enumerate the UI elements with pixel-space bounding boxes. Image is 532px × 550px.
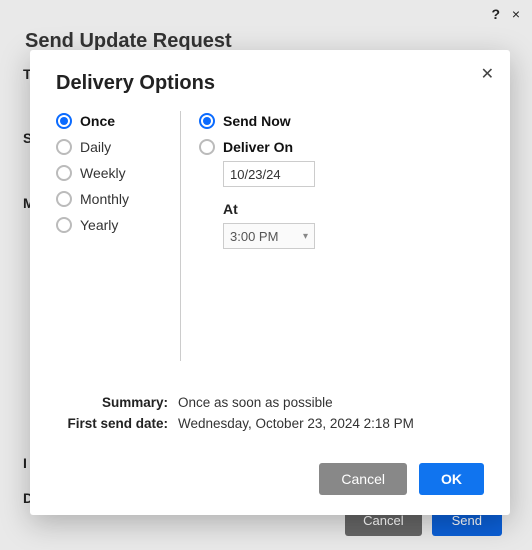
radio-icon (199, 113, 215, 129)
radio-icon (56, 217, 72, 233)
ok-button[interactable]: OK (419, 463, 484, 495)
cancel-button[interactable]: Cancel (319, 463, 407, 495)
summary-value: Once as soon as possible (178, 395, 484, 410)
column-divider (180, 111, 181, 361)
radio-label: Weekly (80, 165, 126, 181)
timing-column: Send Now Deliver On 10/23/24 At 3:00 PM … (199, 113, 484, 387)
radio-icon (199, 139, 215, 155)
help-icon[interactable]: ? (491, 6, 500, 22)
radio-icon (56, 191, 72, 207)
radio-daily[interactable]: Daily (56, 139, 176, 155)
radio-deliver-on[interactable]: Deliver On (199, 139, 484, 155)
summary-label: Summary: (56, 395, 178, 410)
first-send-label: First send date: (56, 416, 178, 431)
modal-close-icon[interactable]: ✕ (481, 64, 494, 84)
deliver-date-input[interactable]: 10/23/24 (223, 161, 315, 187)
radio-weekly[interactable]: Weekly (56, 165, 176, 181)
radio-label: Once (80, 113, 115, 129)
radio-icon (56, 139, 72, 155)
time-value: 3:00 PM (230, 229, 278, 244)
radio-monthly[interactable]: Monthly (56, 191, 176, 207)
radio-label: Send Now (223, 113, 291, 129)
close-icon[interactable]: × (512, 6, 520, 22)
frequency-column: Once Daily Weekly Monthly Yearly (56, 113, 176, 387)
radio-label: Yearly (80, 217, 118, 233)
date-value: 10/23/24 (230, 167, 281, 182)
modal-footer: Cancel OK (56, 463, 484, 495)
radio-send-now[interactable]: Send Now (199, 113, 484, 129)
radio-yearly[interactable]: Yearly (56, 217, 176, 233)
first-send-value: Wednesday, October 23, 2024 2:18 PM (178, 416, 484, 431)
at-label: At (223, 201, 484, 217)
delivery-options-modal: ✕ Delivery Options Once Daily Weekly Mon… (30, 50, 510, 515)
time-select[interactable]: 3:00 PM ▾ (223, 223, 315, 249)
modal-title: Delivery Options (56, 72, 484, 95)
chevron-down-icon: ▾ (303, 231, 308, 242)
radio-once[interactable]: Once (56, 113, 176, 129)
radio-label: Deliver On (223, 139, 293, 155)
summary-block: Summary: Once as soon as possible First … (56, 387, 484, 437)
radio-icon (56, 165, 72, 181)
radio-label: Daily (80, 139, 111, 155)
radio-icon (56, 113, 72, 129)
radio-label: Monthly (80, 191, 129, 207)
bg-label: I (23, 455, 27, 471)
